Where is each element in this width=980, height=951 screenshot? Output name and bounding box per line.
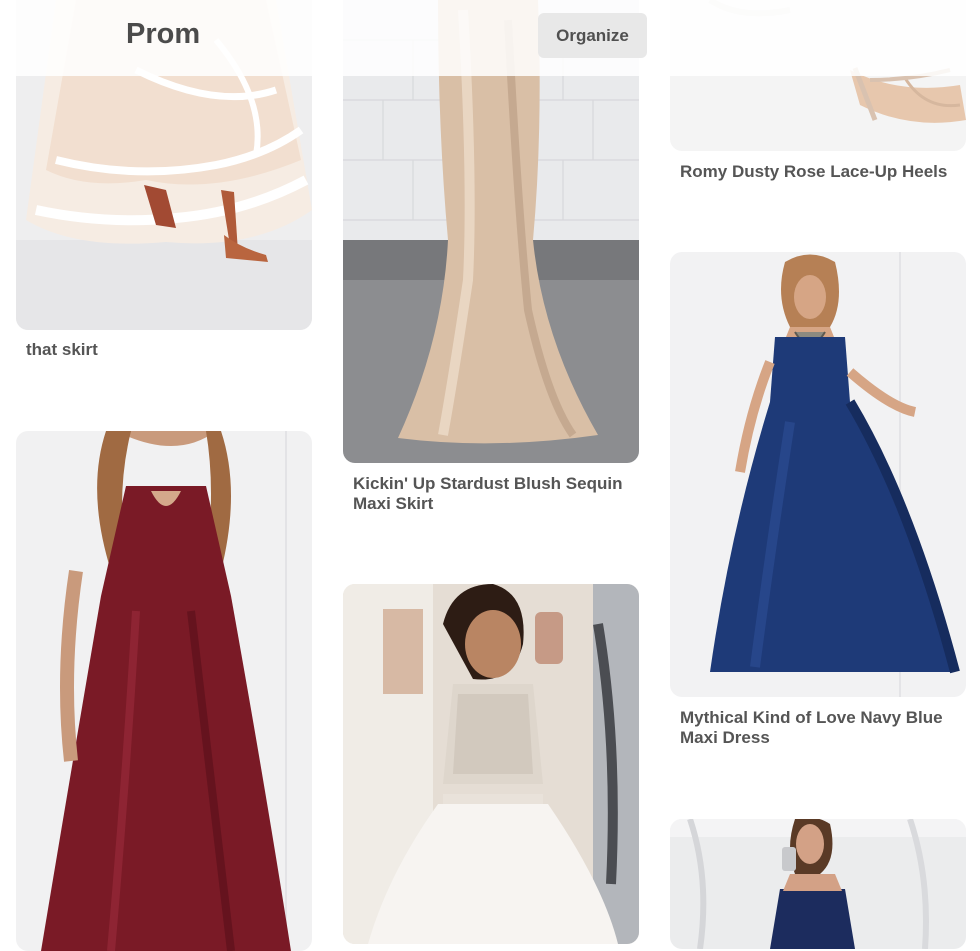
board-title: Prom (126, 18, 201, 50)
pin-title-navy-dress[interactable]: Mythical Kind of Love Navy Blue Maxi Dre… (680, 708, 966, 748)
organize-button[interactable]: Organize (538, 13, 647, 58)
pin-title-heels[interactable]: Romy Dusty Rose Lace-Up Heels (680, 162, 966, 182)
pin-image-burgundy-dress[interactable] (16, 431, 312, 951)
pin-image-two-piece-dress[interactable] (343, 584, 639, 944)
pin-image-navy-dress[interactable] (670, 252, 966, 697)
pin-image-strapless-selfie[interactable] (670, 819, 966, 949)
pin-title-tulle-skirt[interactable]: that skirt (26, 340, 302, 360)
board-header: Prom Organize (0, 0, 980, 76)
pin-title-sequin-skirt[interactable]: Kickin' Up Stardust Blush Sequin Maxi Sk… (353, 474, 639, 514)
